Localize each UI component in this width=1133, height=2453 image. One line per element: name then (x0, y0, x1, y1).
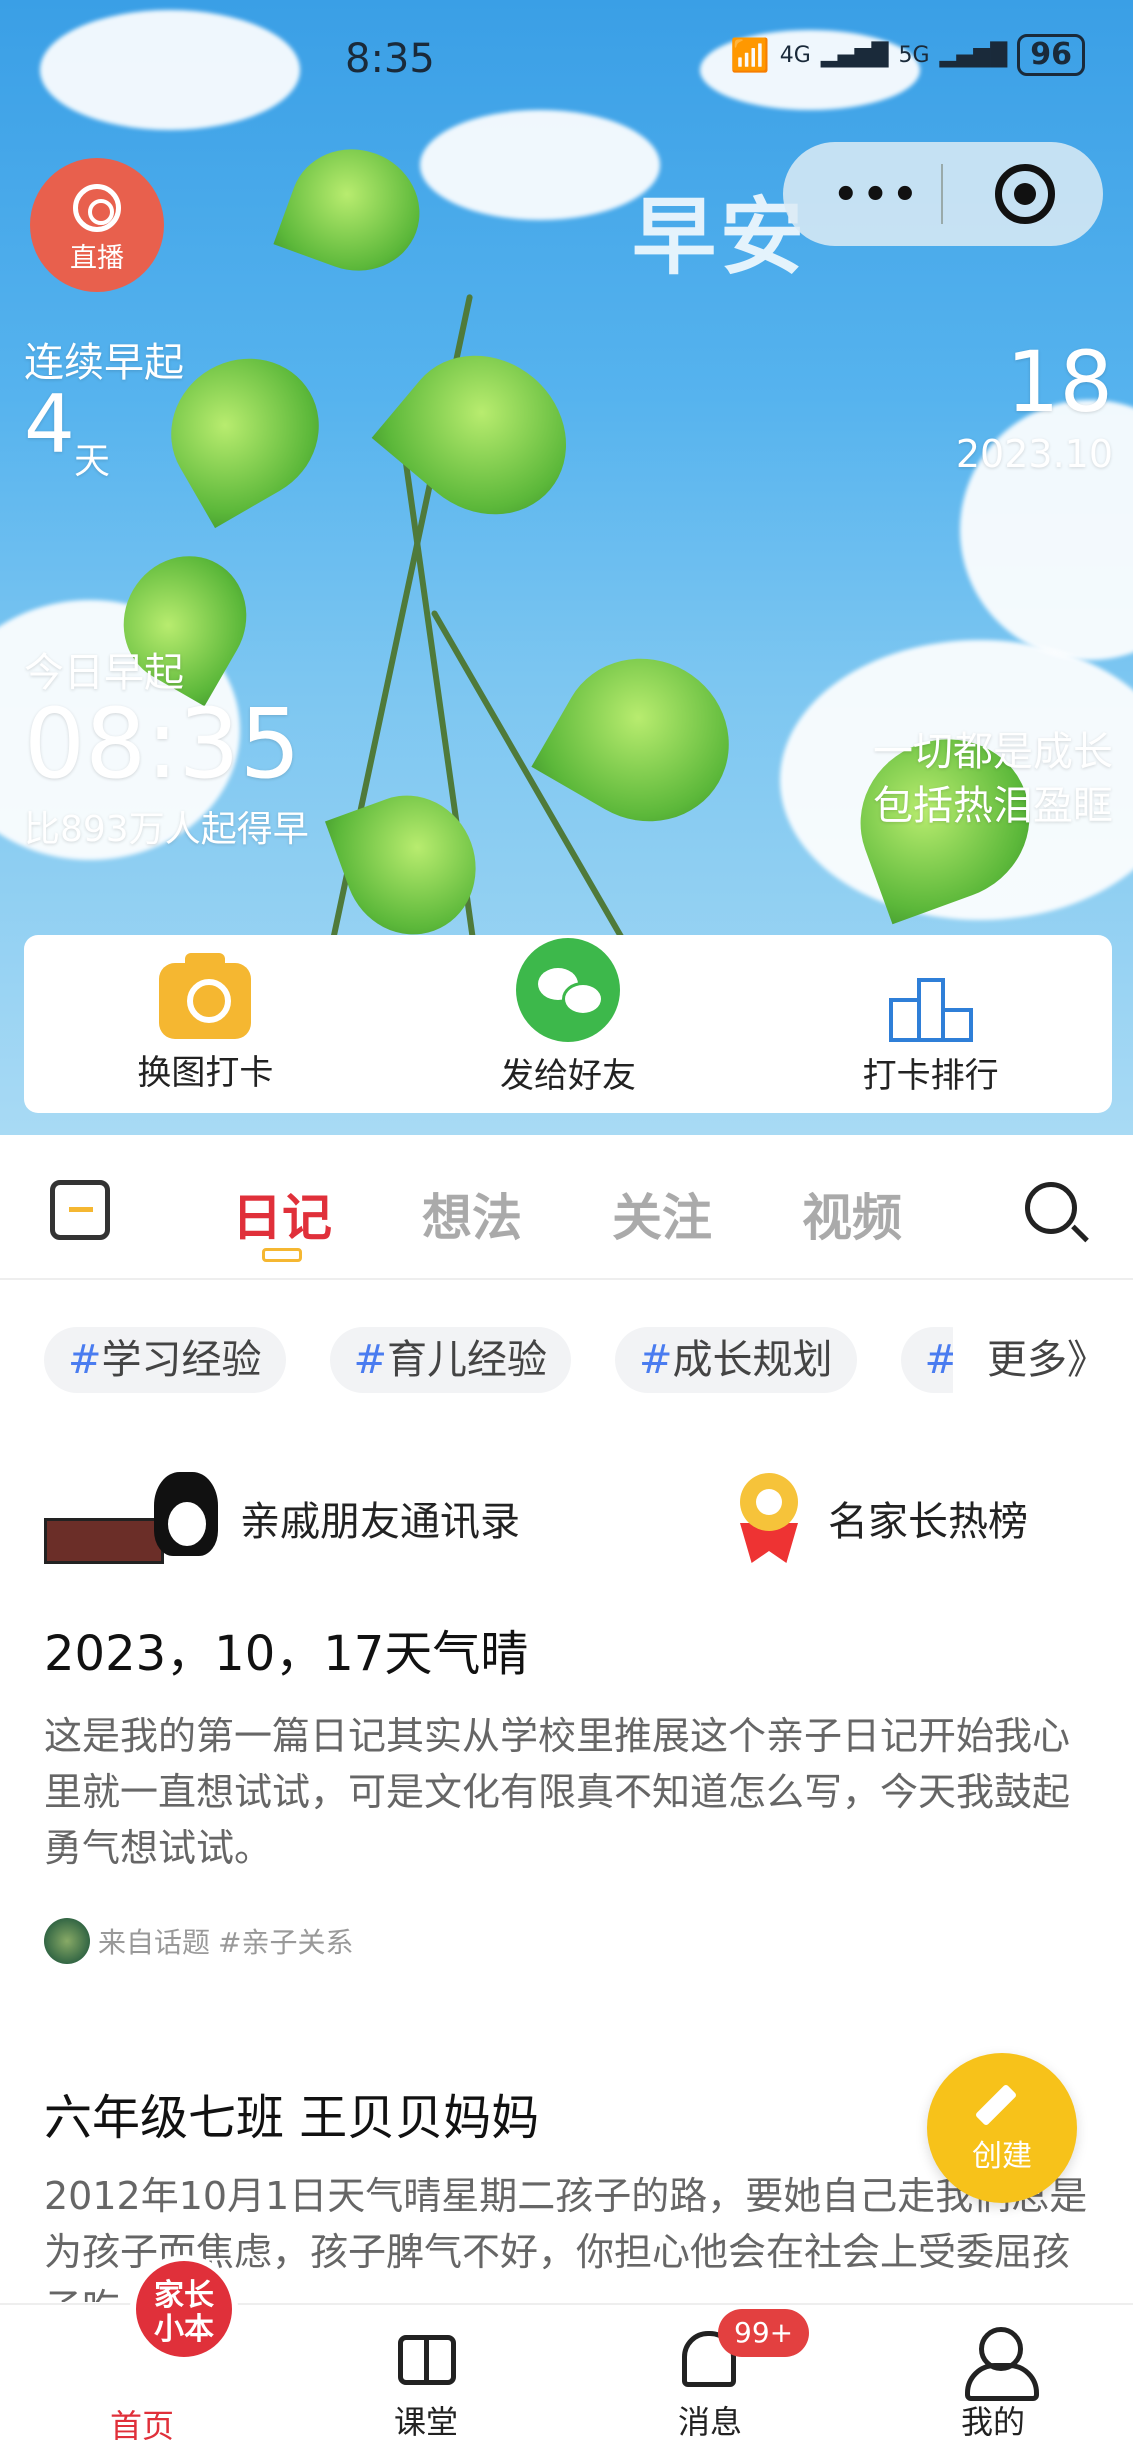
dog-writing-icon (44, 1472, 218, 1564)
tag-text: 成长规划 (672, 1337, 833, 1383)
status-bar: 8:35 📶 4G ▂▄▆█ 5G ▂▄▆█ 96 (0, 30, 1133, 90)
send-to-friend-button[interactable]: 发给好友 (418, 937, 718, 1097)
person-icon (965, 2327, 1039, 2401)
greeting-title: 早安 (632, 188, 809, 286)
source-topic-link[interactable]: #亲子关系 (218, 1921, 353, 1961)
change-image-checkin-button[interactable]: 换图打卡 (55, 952, 355, 1094)
tab-video[interactable]: 视频 (802, 1178, 902, 1250)
desk-shape (44, 1518, 164, 1564)
pencil-icon (980, 2083, 1024, 2127)
status-time: 8:35 (345, 36, 435, 82)
source-prefix: 来自话题 (98, 1926, 211, 1959)
dog-head-shape (154, 1472, 218, 1556)
podium-second (888, 997, 917, 1042)
system-icons: 📶 4G ▂▄▆█ 5G ▂▄▆█ 96 (730, 34, 1085, 76)
action-bar: 换图打卡 发给好友 打卡排行 (24, 935, 1112, 1113)
today-wake-time: 08:35 (24, 688, 301, 800)
nav-label: 消息 (677, 2403, 742, 2441)
wechat-icon (515, 937, 620, 1042)
more-topics-button[interactable]: 更多》 (953, 1327, 1133, 1393)
action-label: 发给好友 (499, 1055, 636, 1096)
topic-tag[interactable]: #学习经验 (44, 1327, 286, 1393)
tag-hash: # (68, 1337, 102, 1383)
contacts-feature[interactable]: 亲戚朋友通讯录 (44, 1468, 520, 1568)
pencil-indicator-icon (262, 1248, 302, 1262)
nav-label: 课堂 (393, 2403, 458, 2441)
clover-leaf (273, 131, 437, 289)
tab-follow[interactable]: 关注 (612, 1178, 712, 1250)
live-button[interactable]: 直播 (30, 158, 164, 292)
topic-tag[interactable]: #成长规划 (615, 1327, 857, 1393)
clover-leaf (531, 628, 759, 852)
medal-disc (740, 1473, 798, 1531)
date-year-month: 2023.10 (955, 432, 1113, 476)
action-label: 打卡排行 (862, 1055, 999, 1096)
live-icon (73, 184, 121, 232)
wake-rank-text: 比893万人起得早 (24, 809, 309, 850)
podium-icon (886, 952, 976, 1042)
top-parents-feature[interactable]: 名家长热榜 (734, 1468, 1028, 1568)
nav-label: 我的 (960, 2403, 1025, 2441)
podium-third (944, 1007, 973, 1042)
network-5g: 5G (898, 42, 930, 68)
post-title[interactable]: 六年级七班 王贝贝妈妈 (44, 2078, 539, 2148)
message-count-badge: 99+ (718, 2309, 810, 2357)
cloud (420, 110, 660, 220)
live-label: 直播 (70, 243, 124, 274)
tab-label: 关注 (612, 1189, 712, 1247)
action-label: 换图打卡 (137, 1052, 274, 1093)
create-button[interactable]: 创建 (927, 2053, 1077, 2203)
post-title[interactable]: 2023，10，17天气晴 (44, 1614, 528, 1684)
bottom-nav: 家长 小本 首页 课堂 消息 99+ 我的 (0, 2255, 1133, 2453)
tab-label: 视频 (802, 1189, 902, 1247)
close-miniapp-button[interactable] (995, 164, 1055, 224)
search-icon[interactable] (1025, 1182, 1077, 1234)
post-source: 来自话题 #亲子关系 (44, 1918, 353, 1964)
topic-tag[interactable]: #育儿经验 (329, 1327, 572, 1393)
medal-icon (734, 1473, 804, 1563)
post-body[interactable]: 这是我的第一篇日记其实从学校里推展这个亲子日记开始我心里就一直想试试，可是文化有… (44, 1708, 1094, 1876)
signal-icon: ▂▄▆█ (939, 42, 1008, 68)
avatar (44, 1918, 90, 1964)
camera-icon (159, 952, 252, 1039)
more-menu-button[interactable]: ••• (833, 172, 922, 218)
tag-hash: # (639, 1337, 673, 1383)
quote-line: 包括热泪盈眶 (873, 783, 1113, 829)
wifi-icon: 📶 (729, 36, 770, 74)
book-icon (398, 2335, 456, 2385)
content-tabs: 日记 想法 关注 视频 (0, 1148, 1133, 1280)
tab-ideas[interactable]: 想法 (422, 1178, 522, 1250)
tag-text: 学习经验 (101, 1337, 262, 1383)
hero-banner: 8:35 📶 4G ▂▄▆█ 5G ▂▄▆█ 96 直播 早安 ••• 连续早起… (0, 0, 1133, 1135)
network-4g: 4G (779, 42, 811, 68)
quote-line: 一切都是成长 (873, 729, 1113, 775)
tab-label: 想法 (422, 1189, 522, 1247)
checkin-ranking-button[interactable]: 打卡排行 (781, 952, 1081, 1097)
streak-unit: 天 (74, 441, 111, 482)
battery-icon: 96 (1017, 34, 1085, 76)
tab-diary[interactable]: 日记 (232, 1178, 332, 1262)
feature-label: 名家长热榜 (828, 1499, 1028, 1545)
capsule-divider (941, 164, 943, 224)
scan-icon[interactable] (50, 1180, 110, 1240)
miniapp-capsule: ••• (783, 142, 1103, 246)
tag-text: 育儿经验 (387, 1337, 548, 1383)
app-logo-icon: 家长 小本 (130, 2255, 238, 2363)
logo-line: 家长 (154, 2278, 214, 2313)
nav-label: 首页 (109, 2407, 174, 2445)
podium-first (916, 977, 945, 1042)
streak-days: 4 (24, 378, 75, 471)
signal-icon: ▂▄▆█ (820, 42, 889, 68)
tag-hash: # (353, 1337, 388, 1383)
logo-line: 小本 (154, 2312, 214, 2347)
create-label: 创建 (972, 2139, 1032, 2174)
date-day: 18 (1006, 333, 1113, 431)
clover-leaf (371, 322, 599, 548)
feature-label: 亲戚朋友通讯录 (240, 1499, 520, 1545)
daily-quote: 一切都是成长 包括热泪盈眶 (873, 725, 1113, 833)
tab-label: 日记 (232, 1189, 332, 1247)
